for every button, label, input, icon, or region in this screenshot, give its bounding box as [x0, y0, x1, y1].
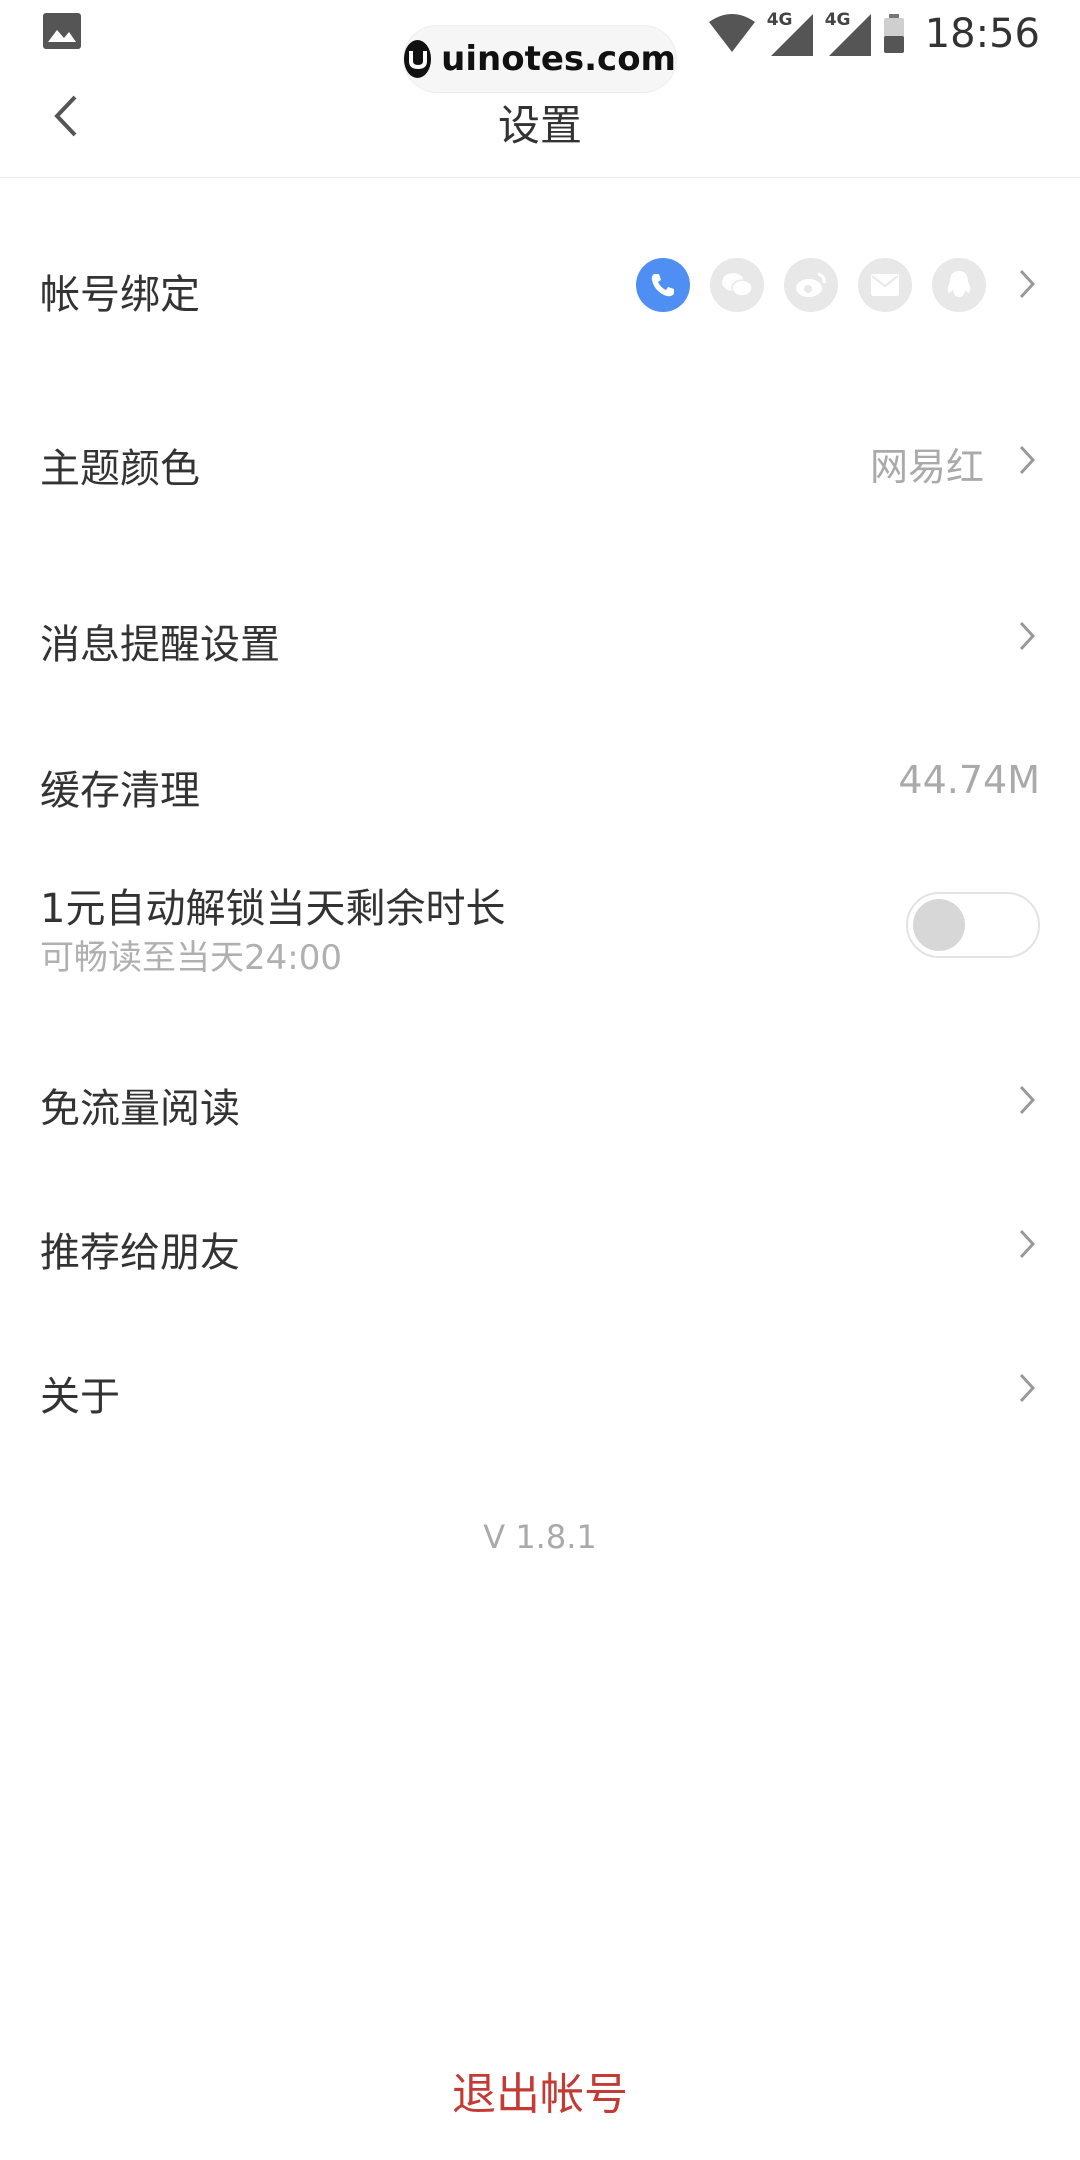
app-version: V 1.8.1	[483, 1518, 597, 1556]
wifi-icon	[708, 14, 755, 52]
chevron-right-icon	[1012, 1368, 1042, 1408]
theme-color-label: 主题颜色	[40, 446, 200, 492]
theme-color-row[interactable]: 主题颜色 网易红	[0, 406, 1080, 516]
wechat-icon	[710, 258, 764, 312]
cache-clear-row[interactable]: 缓存清理 44.74M	[0, 728, 1080, 838]
chevron-right-icon	[1012, 616, 1042, 656]
recommend-friends-label: 推荐给朋友	[40, 1230, 240, 1276]
recommend-friends-row[interactable]: 推荐给朋友	[0, 1190, 1080, 1300]
account-binding-label: 帐号绑定	[40, 272, 200, 318]
auto-unlock-label: 1元自动解锁当天剩余时长	[40, 886, 506, 932]
chevron-right-icon	[1012, 1224, 1042, 1264]
theme-color-value: 网易红	[869, 445, 984, 489]
cache-size-value: 44.74M	[898, 758, 1040, 802]
about-label: 关于	[40, 1374, 120, 1420]
clock: 18:56	[924, 11, 1040, 57]
network-type-label: 4G	[766, 10, 793, 30]
binding-icons	[636, 258, 986, 312]
nav-bar: 设置	[0, 64, 1080, 178]
gallery-icon	[42, 12, 82, 50]
auto-unlock-row: 1元自动解锁当天剩余时长 可畅读至当天24:00	[0, 860, 1080, 990]
auto-unlock-subtitle: 可畅读至当天24:00	[40, 938, 342, 978]
toggle-knob	[913, 899, 965, 951]
signal-icon: 4G	[767, 10, 815, 58]
signal-icon: 4G	[825, 10, 873, 58]
battery-icon	[883, 14, 904, 53]
notification-settings-row[interactable]: 消息提醒设置	[0, 582, 1080, 692]
chevron-right-icon	[1012, 440, 1042, 480]
free-data-reading-row[interactable]: 免流量阅读	[0, 1046, 1080, 1156]
page-title: 设置	[497, 101, 582, 150]
notification-settings-label: 消息提醒设置	[40, 622, 280, 668]
phone-icon	[636, 258, 690, 312]
chevron-right-icon	[1012, 264, 1042, 304]
account-binding-row[interactable]: 帐号绑定	[0, 230, 1080, 340]
about-row[interactable]: 关于	[0, 1334, 1080, 1444]
mail-icon	[858, 258, 912, 312]
chevron-right-icon	[1012, 1080, 1042, 1120]
weibo-icon	[784, 258, 838, 312]
network-type-label: 4G	[824, 10, 851, 30]
auto-unlock-toggle[interactable]	[906, 892, 1040, 958]
status-icons: 4G 4G 18:56	[707, 6, 1040, 62]
qq-icon	[932, 258, 986, 312]
free-data-reading-label: 免流量阅读	[40, 1086, 240, 1132]
logout-button[interactable]: 退出帐号	[0, 2058, 1080, 2122]
cache-clear-label: 缓存清理	[40, 768, 200, 814]
